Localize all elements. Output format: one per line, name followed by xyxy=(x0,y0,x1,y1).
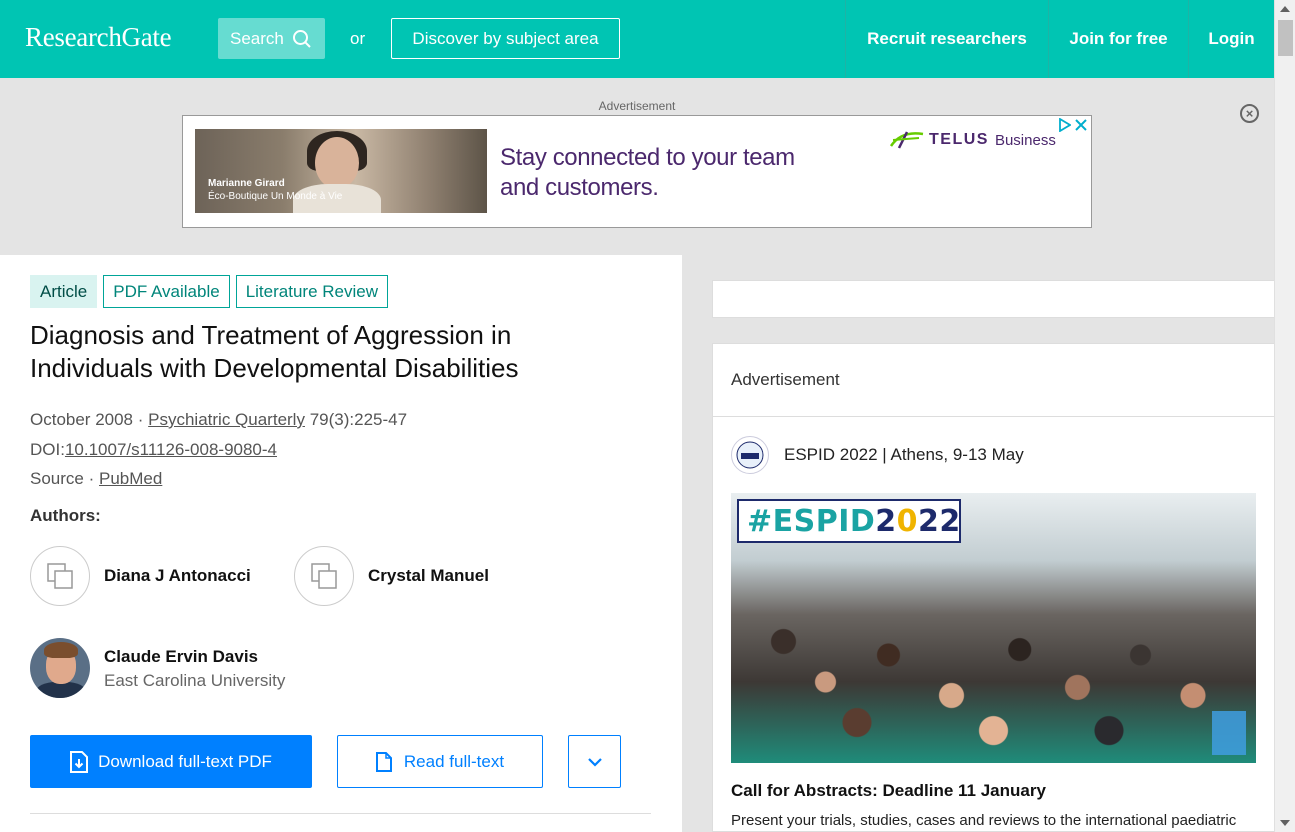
author-name[interactable]: Claude Ervin Davis xyxy=(104,647,285,667)
page-scrollbar[interactable] xyxy=(1274,0,1295,832)
figure-logo-icon xyxy=(1212,711,1246,755)
top-ad-label: Advertisement xyxy=(598,99,676,113)
discover-by-subject-button[interactable]: Discover by subject area xyxy=(391,18,620,59)
ad-call-title[interactable]: Call for Abstracts: Deadline 11 January xyxy=(731,781,1046,801)
journal-issue: 79(3):225-47 xyxy=(309,410,408,429)
source-info: Source · PubMed xyxy=(30,469,163,488)
ad-caption-shop: Éco-Boutique Un Monde à Vie xyxy=(208,191,343,202)
adchoices-play-icon[interactable] xyxy=(1059,118,1071,132)
telus-mark-icon xyxy=(889,131,924,149)
ad-photo: Marianne Girard Éco-Boutique Un Monde à … xyxy=(195,129,487,213)
section-divider xyxy=(30,813,651,814)
espid-2022-badge: #ESPID 2 0 22 xyxy=(737,499,961,543)
doi-label: DOI: xyxy=(30,440,65,459)
scroll-up-arrow-icon[interactable] xyxy=(1280,6,1290,12)
search-icon xyxy=(292,29,311,48)
close-ad-icon[interactable]: × xyxy=(1240,104,1259,123)
author-name[interactable]: Diana J Antonacci xyxy=(104,566,251,586)
avatar-placeholder-icon[interactable] xyxy=(30,546,90,606)
recruit-researchers-link[interactable]: Recruit researchers xyxy=(845,0,1048,78)
ad-call-description: Present your trials, studies, cases and … xyxy=(731,812,1237,829)
top-ad-banner[interactable]: Marianne Girard Éco-Boutique Un Monde à … xyxy=(182,115,1092,228)
sidebar-ad-card[interactable]: Advertisement ESPID 2022 | Athens, 9-13 … xyxy=(712,343,1274,832)
tag-literature-review[interactable]: Literature Review xyxy=(235,275,388,308)
download-file-icon xyxy=(70,750,89,773)
read-full-text-label: Read full-text xyxy=(403,751,505,771)
researchgate-logo[interactable]: ResearchGate xyxy=(25,22,172,53)
doi-link[interactable]: 10.1007/s11126-008-9080-4 xyxy=(65,440,277,459)
or-separator: or xyxy=(350,29,366,48)
scroll-down-arrow-icon[interactable] xyxy=(1280,820,1290,826)
avatar-placeholder-icon[interactable] xyxy=(294,546,354,606)
ad-caption-name: Marianne Girard xyxy=(208,178,285,189)
author-name[interactable]: Crystal Manuel xyxy=(368,566,489,586)
join-for-free-link[interactable]: Join for free xyxy=(1048,0,1188,78)
chevron-down-icon xyxy=(587,757,602,767)
doi-info: DOI:10.1007/s11126-008-9080-4 xyxy=(30,440,277,460)
adchoices-controls[interactable] xyxy=(1059,118,1087,132)
article-card: Article PDF Available Literature Review … xyxy=(0,255,682,832)
tag-pdf-available[interactable]: PDF Available xyxy=(103,275,230,308)
scroll-thumb[interactable] xyxy=(1278,20,1293,56)
author-avatar[interactable] xyxy=(30,638,90,698)
ad-image[interactable]: #ESPID 2 0 22 xyxy=(731,493,1256,763)
search-button[interactable]: Search xyxy=(218,18,325,59)
download-pdf-label: Download full-text PDF xyxy=(98,751,272,771)
advertiser-row[interactable]: ESPID 2022 | Athens, 9-13 May xyxy=(731,436,1024,474)
nav-links: Recruit researchers Join for free Login xyxy=(845,0,1274,78)
search-button-label: Search xyxy=(230,28,284,48)
adchoices-close-icon[interactable] xyxy=(1075,118,1087,132)
telus-business-label: Business xyxy=(994,131,1056,149)
source-label: Source xyxy=(30,469,84,488)
journal-link[interactable]: Psychiatric Quarterly xyxy=(148,410,305,429)
more-options-button[interactable] xyxy=(568,735,621,788)
read-full-text-button[interactable]: Read full-text xyxy=(337,735,543,788)
publication-date: October 2008 xyxy=(30,410,134,429)
author-item[interactable]: Claude Ervin Davis East Carolina Univers… xyxy=(30,638,285,698)
author-item[interactable]: Crystal Manuel xyxy=(294,546,489,606)
telus-wordmark: TELUS xyxy=(929,131,989,148)
author-item[interactable]: Diana J Antonacci xyxy=(30,546,251,606)
ad-headline: Stay connected to your team and customer… xyxy=(500,144,795,201)
top-navigation-bar: ResearchGate Search or Discover by subje… xyxy=(0,0,1274,78)
authors-heading: Authors: xyxy=(30,506,101,525)
download-pdf-button[interactable]: Download full-text PDF xyxy=(30,735,312,788)
source-link[interactable]: PubMed xyxy=(99,469,162,488)
login-link[interactable]: Login xyxy=(1188,0,1274,78)
sidebar-empty-card xyxy=(712,280,1274,318)
telus-logo: TELUS Business xyxy=(889,130,1056,150)
document-icon xyxy=(375,751,392,772)
espid-logo-icon xyxy=(731,436,769,474)
publication-info: October 2008 · Psychiatric Quarterly 79(… xyxy=(30,410,408,429)
tag-article[interactable]: Article xyxy=(30,275,98,308)
article-tags: Article PDF Available Literature Review xyxy=(30,275,388,308)
sidebar-ad-label: Advertisement xyxy=(713,344,1274,417)
article-title: Diagnosis and Treatment of Aggression in… xyxy=(30,320,519,383)
advertiser-name[interactable]: ESPID 2022 | Athens, 9-13 May xyxy=(784,445,1024,465)
author-affiliation: East Carolina University xyxy=(104,671,286,690)
